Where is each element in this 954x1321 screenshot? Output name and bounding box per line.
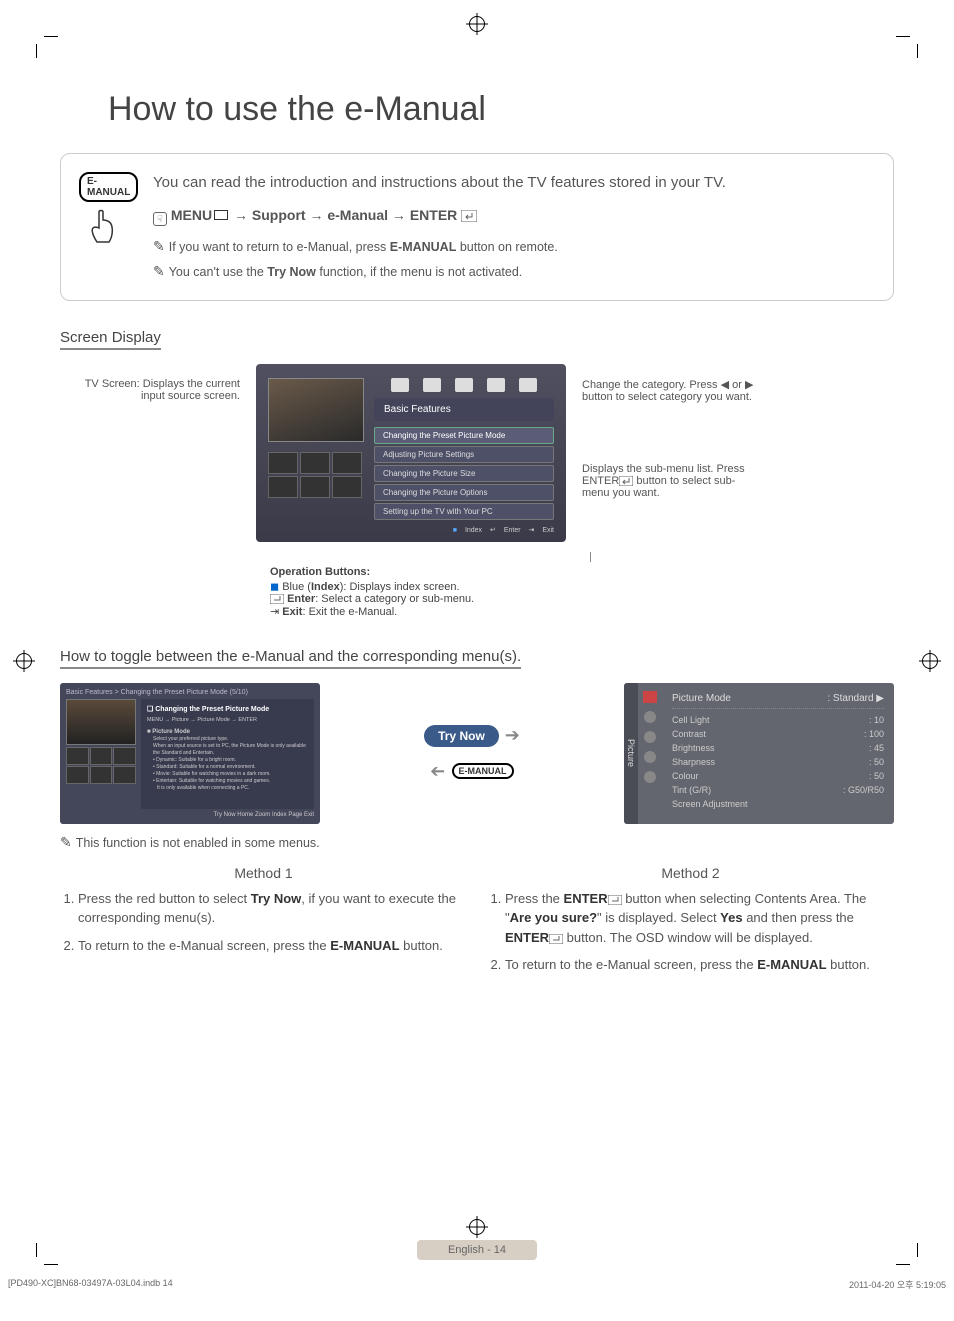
arrow-left-icon: ➔ bbox=[430, 761, 445, 782]
intro-text: You can read the introduction and instru… bbox=[153, 172, 875, 195]
picture-tab: Picture bbox=[624, 683, 638, 824]
category-icon bbox=[487, 378, 505, 392]
hand-press-icon bbox=[79, 206, 129, 256]
section-toggle: How to toggle between the e-Manual and t… bbox=[60, 648, 521, 669]
enter-icon bbox=[461, 210, 477, 222]
enter-icon bbox=[270, 594, 284, 604]
intro-box: E-MANUAL You can read the introduction a… bbox=[60, 153, 894, 301]
enter-icon bbox=[608, 895, 622, 905]
method-1: Method 1 Press the red button to select … bbox=[60, 865, 467, 983]
category-icon bbox=[391, 378, 409, 392]
page-footer: English - 14 [PD490-XC]BN68-03497A-03L04… bbox=[0, 1240, 954, 1291]
footer-file: [PD490-XC]BN68-03497A-03L04.indb 14 bbox=[8, 1278, 173, 1291]
category-caption: Change the category. Press ◀ or ▶ button… bbox=[582, 378, 762, 403]
tv-screen-caption: TV Screen: Displays the current input so… bbox=[60, 364, 240, 402]
trynow-pill: Try Now bbox=[424, 725, 499, 747]
toggle-arrows: Try Now ➔ ➔ E-MANUAL bbox=[330, 683, 614, 824]
submenu-caption: Displays the sub-menu list. Press ENTER … bbox=[582, 463, 762, 499]
note-icon: ✎ bbox=[153, 238, 165, 254]
emanual-badge: E-MANUAL bbox=[452, 763, 514, 779]
emanual-remote-icon: E-MANUAL bbox=[79, 172, 137, 282]
osd-menu-screenshot: Picture Picture Mode: Standard ▶ Cell Li… bbox=[624, 683, 894, 824]
operation-bar: ■ Index ↵ Enter ⇥ Exit bbox=[268, 526, 554, 534]
menu-path: ☟ MENU → Support → e-Manual → ENTER bbox=[153, 205, 875, 226]
category-icon bbox=[519, 378, 537, 392]
submenu-list: Changing the Preset Picture Mode Adjusti… bbox=[374, 427, 554, 520]
section-screen-display: Screen Display bbox=[60, 329, 161, 350]
category-label: Basic Features bbox=[374, 398, 554, 421]
category-icon bbox=[423, 378, 441, 392]
emanual-detail-screenshot: Basic Features > Changing the Preset Pic… bbox=[60, 683, 320, 824]
arrow-right-icon: ➔ bbox=[505, 725, 520, 746]
method-2: Method 2 Press the ENTER button when sel… bbox=[487, 865, 894, 983]
page-number-badge: English - 14 bbox=[417, 1240, 537, 1260]
category-tabs bbox=[374, 378, 554, 392]
remote-icon: ☟ bbox=[153, 212, 167, 226]
note-icon: ✎ bbox=[153, 263, 165, 279]
menu-icons bbox=[638, 683, 662, 824]
enter-icon bbox=[549, 934, 563, 944]
operation-buttons-legend: Operation Buttons: ◼ Blue (Index): Displ… bbox=[270, 552, 894, 618]
right-captions: Change the category. Press ◀ or ▶ button… bbox=[582, 364, 762, 499]
category-icon bbox=[455, 378, 473, 392]
submenu-item: Changing the Preset Picture Mode bbox=[374, 427, 554, 444]
toggle-note: ✎This function is not enabled in some me… bbox=[60, 834, 894, 851]
note-icon: ✎ bbox=[60, 834, 72, 850]
submenu-item: Changing the Picture Size bbox=[374, 465, 554, 482]
submenu-item: Changing the Picture Options bbox=[374, 484, 554, 501]
footer-date: 2011-04-20 오후 5:19:05 bbox=[849, 1278, 946, 1291]
submenu-item: Setting up the TV with Your PC bbox=[374, 503, 554, 520]
note-2: ✎You can't use the Try Now function, if … bbox=[153, 261, 875, 282]
page-title: How to use the e-Manual bbox=[108, 90, 894, 129]
emanual-badge: E-MANUAL bbox=[79, 172, 138, 202]
enter-icon bbox=[619, 476, 633, 486]
emanual-screenshot: Basic Features Changing the Preset Pictu… bbox=[256, 364, 566, 542]
submenu-item: Adjusting Picture Settings bbox=[374, 446, 554, 463]
exit-icon: ⇥ bbox=[270, 606, 279, 618]
note-1: ✎If you want to return to e-Manual, pres… bbox=[153, 236, 875, 257]
tv-thumbnail bbox=[268, 378, 364, 442]
